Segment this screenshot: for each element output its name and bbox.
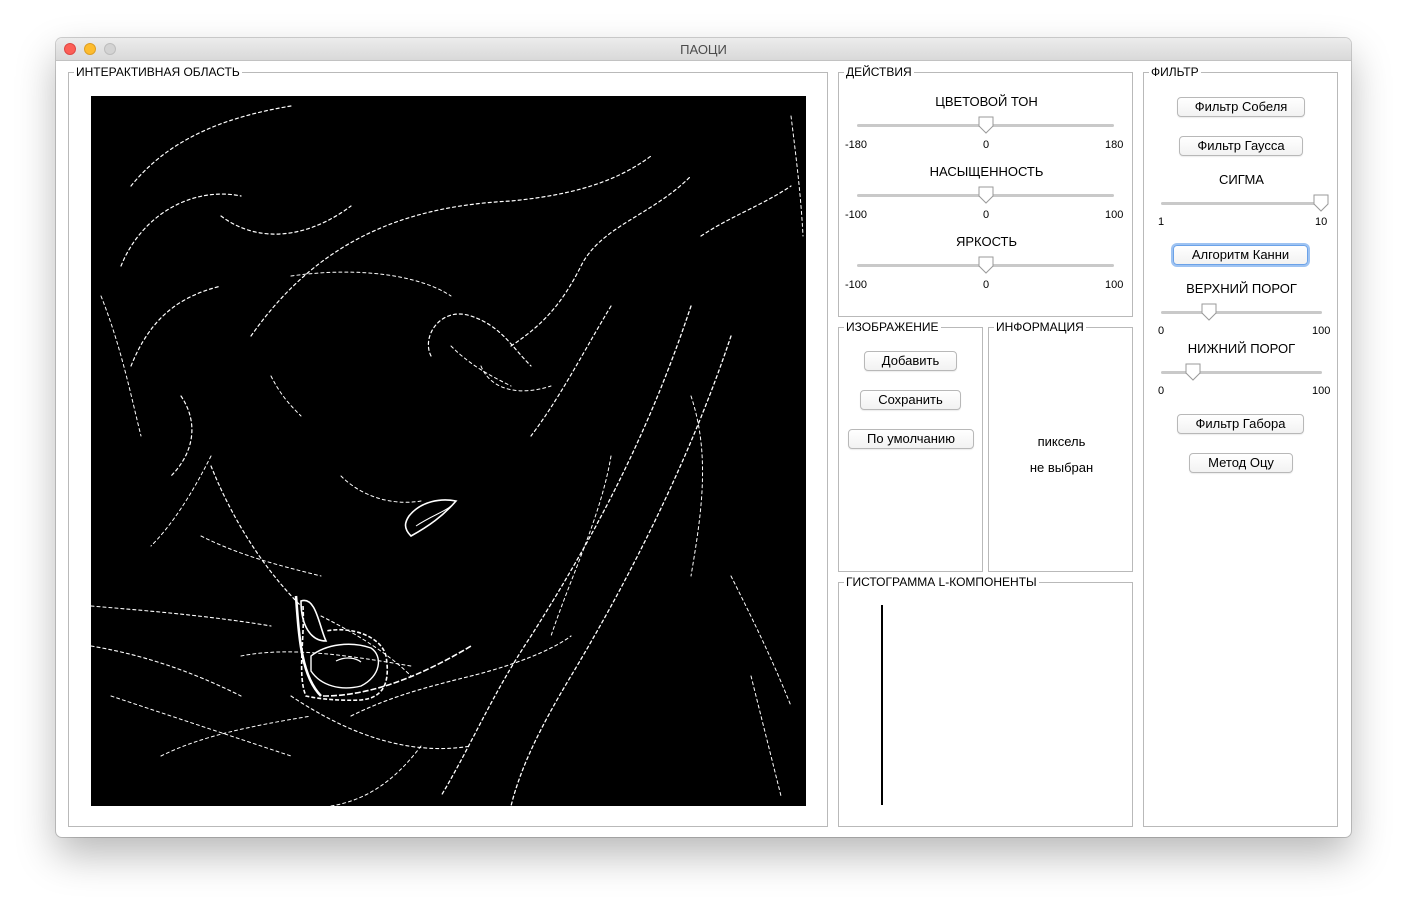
gauss-filter-button[interactable]: Фильтр Гаусса [1179, 136, 1303, 156]
hue-min: -180 [845, 139, 868, 151]
saturation-slider-thumb[interactable] [978, 186, 994, 204]
histogram-panel-label: ГИСТОГРАММА L-КОМПОНЕНТЫ [844, 575, 1039, 589]
upper-threshold-slider[interactable] [1161, 311, 1322, 314]
upper-threshold-slider-thumb[interactable] [1201, 303, 1217, 321]
title-bar: ПАОЦИ [56, 38, 1351, 61]
save-button[interactable]: Сохранить [860, 390, 961, 410]
image-canvas[interactable] [91, 96, 806, 806]
brightness-label: ЯРКОСТЬ [955, 234, 1018, 249]
sigma-max: 10 [1315, 216, 1328, 228]
window-title: ПАОЦИ [680, 42, 727, 57]
interactive-panel-label: ИНТЕРАКТИВНАЯ ОБЛАСТЬ [74, 65, 242, 79]
hue-mid: 0 [983, 139, 990, 151]
lower-threshold-label: НИЖНИЙ ПОРОГ [1187, 341, 1296, 356]
image-panel-label: ИЗОБРАЖЕНИЕ [844, 320, 941, 334]
sigma-slider[interactable] [1161, 202, 1322, 205]
saturation-min: -100 [845, 209, 868, 221]
actions-panel: ДЕЙСТВИЯ ЦВЕТОВОЙ ТОН -180 0 180 НАСЫЩЕН… [838, 66, 1133, 317]
sigma-min: 1 [1158, 216, 1165, 228]
actions-panel-label: ДЕЙСТВИЯ [844, 65, 914, 79]
brightness-mid: 0 [983, 279, 990, 291]
brightness-min: -100 [845, 279, 868, 291]
upper-threshold-min: 0 [1158, 325, 1165, 337]
sigma-label: СИГМА [1219, 172, 1264, 187]
image-panel: ИЗОБРАЖЕНИЕ Добавить Сохранить По умолча… [838, 321, 983, 572]
saturation-label: НАСЫЩЕННОСТЬ [929, 164, 1044, 179]
info-panel-label: ИНФОРМАЦИЯ [994, 320, 1086, 334]
brightness-slider-thumb[interactable] [978, 256, 994, 274]
upper-threshold-label: ВЕРХНИЙ ПОРОГ [1186, 281, 1297, 296]
app-window: ПАОЦИ ИНТЕРАКТИВНАЯ ОБЛАСТЬ ДЕЙСТВИЯ ЦВЕ… [56, 38, 1351, 837]
saturation-mid: 0 [983, 209, 990, 221]
gabor-filter-button[interactable]: Фильтр Габора [1177, 414, 1304, 434]
add-button[interactable]: Добавить [864, 351, 957, 371]
filter-panel: ФИЛЬТР Фильтр Собеля Фильтр Гаусса СИГМА… [1143, 66, 1338, 827]
interactive-panel: ИНТЕРАКТИВНАЯ ОБЛАСТЬ [68, 66, 828, 827]
otsu-method-button[interactable]: Метод Оцу [1189, 453, 1293, 473]
canny-button[interactable]: Алгоритм Канни [1173, 245, 1308, 265]
info-line-1: пиксель [1037, 434, 1086, 449]
hue-max: 180 [1105, 139, 1124, 151]
saturation-max: 100 [1105, 209, 1124, 221]
lower-threshold-max: 100 [1312, 385, 1331, 397]
lower-threshold-min: 0 [1158, 385, 1165, 397]
default-button[interactable]: По умолчанию [848, 429, 974, 449]
upper-threshold-max: 100 [1312, 325, 1331, 337]
hue-label: ЦВЕТОВОЙ ТОН [935, 94, 1038, 109]
info-panel: ИНФОРМАЦИЯ пиксель не выбран [988, 321, 1133, 572]
histogram-panel: ГИСТОГРАММА L-КОМПОНЕНТЫ [838, 576, 1133, 827]
histogram-bar [881, 605, 883, 805]
brightness-max: 100 [1105, 279, 1124, 291]
edge-image [91, 105, 804, 806]
sobel-filter-button[interactable]: Фильтр Собеля [1177, 97, 1305, 117]
filter-panel-label: ФИЛЬТР [1149, 65, 1201, 79]
sigma-slider-thumb[interactable] [1313, 194, 1329, 212]
lower-threshold-slider-thumb[interactable] [1185, 363, 1201, 381]
hue-slider-thumb[interactable] [978, 116, 994, 134]
info-line-2: не выбран [1029, 460, 1094, 475]
